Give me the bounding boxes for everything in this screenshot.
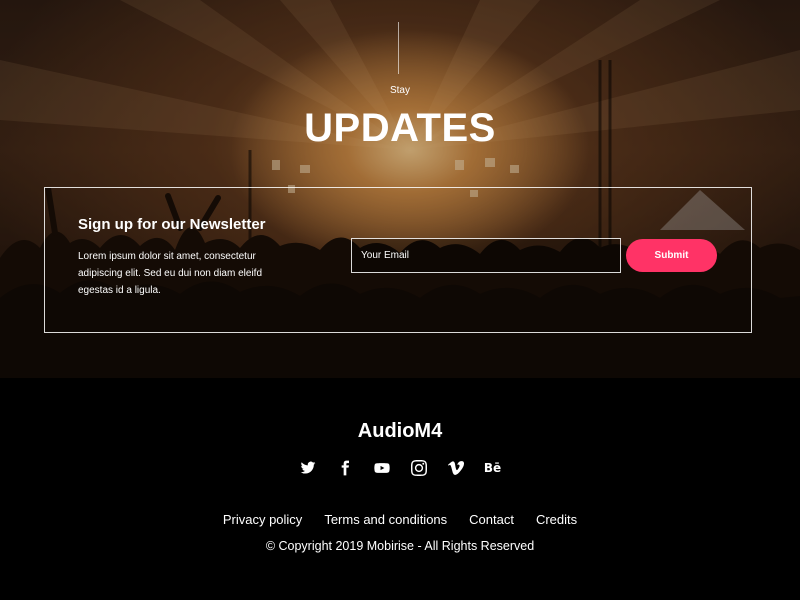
newsletter-hero-section: Stay UPDATES Sign up for our Newsletter …	[0, 0, 800, 378]
vertical-divider-line	[398, 22, 399, 74]
facebook-icon[interactable]	[335, 458, 355, 478]
email-input[interactable]	[351, 238, 621, 273]
newsletter-form-box: Sign up for our Newsletter Lorem ipsum d…	[44, 187, 752, 333]
youtube-icon[interactable]	[372, 458, 392, 478]
privacy-policy-link[interactable]: Privacy policy	[223, 512, 302, 527]
credits-link[interactable]: Credits	[536, 512, 577, 527]
hero-title: UPDATES	[304, 106, 496, 150]
copyright-text: © Copyright 2019 Mobirise - All Rights R…	[265, 539, 535, 553]
behance-glyph: Bē	[483, 461, 502, 475]
twitter-icon[interactable]	[298, 458, 318, 478]
newsletter-heading: Sign up for our Newsletter	[78, 216, 266, 233]
contact-link[interactable]: Contact	[469, 512, 514, 527]
instagram-icon[interactable]	[409, 458, 429, 478]
submit-button[interactable]: Submit	[626, 239, 717, 272]
footer-brand-name[interactable]: AudioM4	[0, 420, 800, 443]
site-footer: AudioM4 Bē Privacy policy Terms and cond…	[0, 378, 800, 600]
social-icons-row: Bē	[0, 458, 800, 478]
footer-links: Privacy policy Terms and conditions Cont…	[0, 512, 800, 527]
terms-link[interactable]: Terms and conditions	[324, 512, 447, 527]
vimeo-icon[interactable]	[446, 458, 466, 478]
behance-icon[interactable]: Bē	[483, 458, 503, 478]
hero-eyebrow: Stay	[389, 85, 410, 96]
newsletter-description: Lorem ipsum dolor sit amet, consectetur …	[78, 251, 263, 296]
